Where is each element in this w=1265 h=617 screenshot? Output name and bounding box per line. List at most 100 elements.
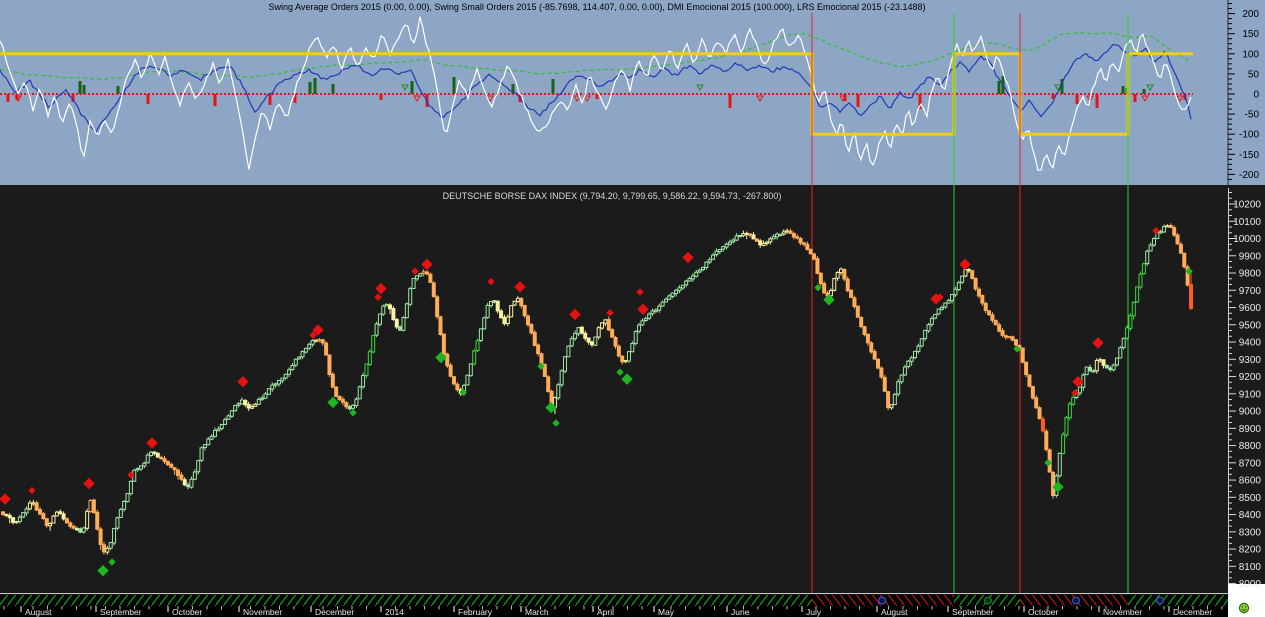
candle (8, 515, 11, 517)
candle (234, 405, 237, 410)
candle (55, 512, 58, 516)
candle (836, 272, 839, 278)
price-axis-label: 9400 (1239, 338, 1262, 349)
candle (1068, 404, 1071, 418)
candle (860, 318, 863, 327)
candle (28, 503, 31, 509)
month-label: August (881, 607, 908, 617)
candle (1183, 253, 1186, 267)
candle (486, 305, 489, 317)
month-label: 2014 (385, 607, 404, 617)
oscillator-axis-label: -50 (1245, 110, 1260, 121)
histogram-bar-up (314, 78, 317, 94)
candle (1122, 338, 1125, 347)
candle (12, 518, 15, 523)
candle (641, 321, 644, 325)
candle (452, 377, 455, 384)
candle (523, 305, 526, 315)
candle (183, 480, 186, 485)
candle (998, 325, 1001, 331)
candle (745, 233, 748, 234)
month-label: December (315, 607, 354, 617)
price-panel-bg (0, 185, 1265, 617)
candle (2, 512, 5, 515)
candle (25, 509, 28, 513)
candle (1112, 365, 1115, 370)
candle (577, 328, 580, 334)
candle (254, 404, 257, 406)
candle (947, 300, 950, 303)
candle (489, 302, 492, 306)
candle (769, 239, 772, 242)
candle (816, 259, 819, 274)
price-axis-label: 8500 (1239, 493, 1262, 504)
candle (624, 361, 627, 362)
candle (627, 352, 630, 361)
oscillator-axis-label: 0 (1253, 90, 1259, 101)
candle (177, 470, 180, 475)
histogram-bar-up (332, 84, 335, 94)
candle (368, 352, 371, 365)
candle (1139, 274, 1142, 287)
candle (1095, 360, 1098, 370)
candle (1142, 264, 1145, 274)
candle (156, 453, 159, 457)
price-axis-label: 8200 (1239, 545, 1262, 556)
price-axis-label: 8400 (1239, 510, 1262, 521)
candle (1136, 287, 1139, 302)
candle (92, 500, 95, 513)
candle (170, 464, 173, 467)
candle (977, 289, 980, 296)
candle (76, 529, 79, 530)
candle (991, 315, 994, 321)
timeline-layer[interactable]: AugustSeptemberOctoberNovemberDecember20… (0, 594, 1249, 617)
candle (870, 343, 873, 352)
candle (210, 436, 213, 439)
candle (833, 279, 836, 291)
candle (580, 327, 583, 333)
smiley-icon[interactable] (1239, 603, 1248, 612)
candle (220, 425, 223, 429)
candle (355, 399, 358, 405)
histogram-bar-down (7, 94, 10, 102)
price-axis-label: 8900 (1239, 424, 1262, 435)
candle (65, 519, 68, 523)
candle (217, 429, 220, 431)
order-icon (879, 597, 886, 604)
candle (1129, 315, 1132, 328)
order-icon (985, 597, 992, 604)
candle (856, 306, 859, 317)
candle (1149, 245, 1152, 251)
candle (1062, 435, 1065, 454)
oscillator-panel-bg (0, 0, 1265, 185)
chart-canvas[interactable]: 200150100500-50-100-150-2001020010100100… (0, 0, 1265, 617)
oscillator-axis-label: 150 (1242, 29, 1259, 40)
month-label: March (525, 607, 549, 617)
candle (469, 364, 472, 376)
histogram-bar-up (309, 82, 312, 94)
candle (102, 545, 105, 552)
order-icon (1157, 597, 1164, 604)
candle (321, 340, 324, 343)
candle (951, 294, 954, 300)
candle (722, 247, 725, 249)
candle (850, 290, 853, 297)
candle (5, 514, 8, 515)
candle (930, 319, 933, 325)
candle (988, 311, 991, 315)
histogram-bar-down (1096, 94, 1099, 108)
month-label: December (1173, 607, 1212, 617)
month-label: April (597, 607, 614, 617)
oscillator-axis-label: 50 (1248, 69, 1260, 80)
candle (35, 503, 38, 510)
candle (365, 364, 368, 376)
candle (476, 341, 479, 351)
candle (49, 524, 52, 526)
candle (473, 351, 476, 364)
candle (1102, 360, 1105, 366)
price-axis-label: 8600 (1239, 476, 1262, 487)
candle (251, 407, 254, 409)
oscillator-axis-label: -200 (1239, 170, 1259, 181)
candle (813, 254, 816, 259)
price-axis-label: 9700 (1239, 286, 1262, 297)
